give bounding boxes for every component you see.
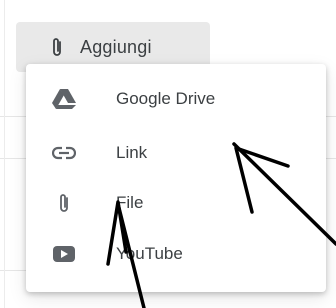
link-icon — [50, 139, 78, 167]
paperclip-icon — [46, 36, 68, 58]
menu-item-label: Google Drive — [116, 89, 216, 108]
menu-item-link[interactable]: Link — [26, 130, 326, 176]
menu-item-youtube[interactable]: YouTube — [26, 231, 326, 277]
menu-item-google-drive[interactable]: Google Drive — [26, 76, 326, 122]
google-drive-icon — [50, 85, 78, 113]
menu-item-label: File — [116, 193, 144, 212]
attachment-menu: Google Drive Link File YouTube — [26, 64, 326, 292]
background-divider — [4, 0, 5, 308]
menu-item-file[interactable]: File — [26, 180, 326, 226]
youtube-icon — [50, 240, 78, 268]
menu-item-label: Link — [116, 143, 148, 162]
background-divider — [326, 158, 336, 159]
background-divider — [326, 116, 336, 117]
paperclip-icon — [50, 189, 78, 217]
add-button-label: Aggiungi — [80, 36, 152, 57]
menu-item-label: YouTube — [116, 244, 183, 263]
